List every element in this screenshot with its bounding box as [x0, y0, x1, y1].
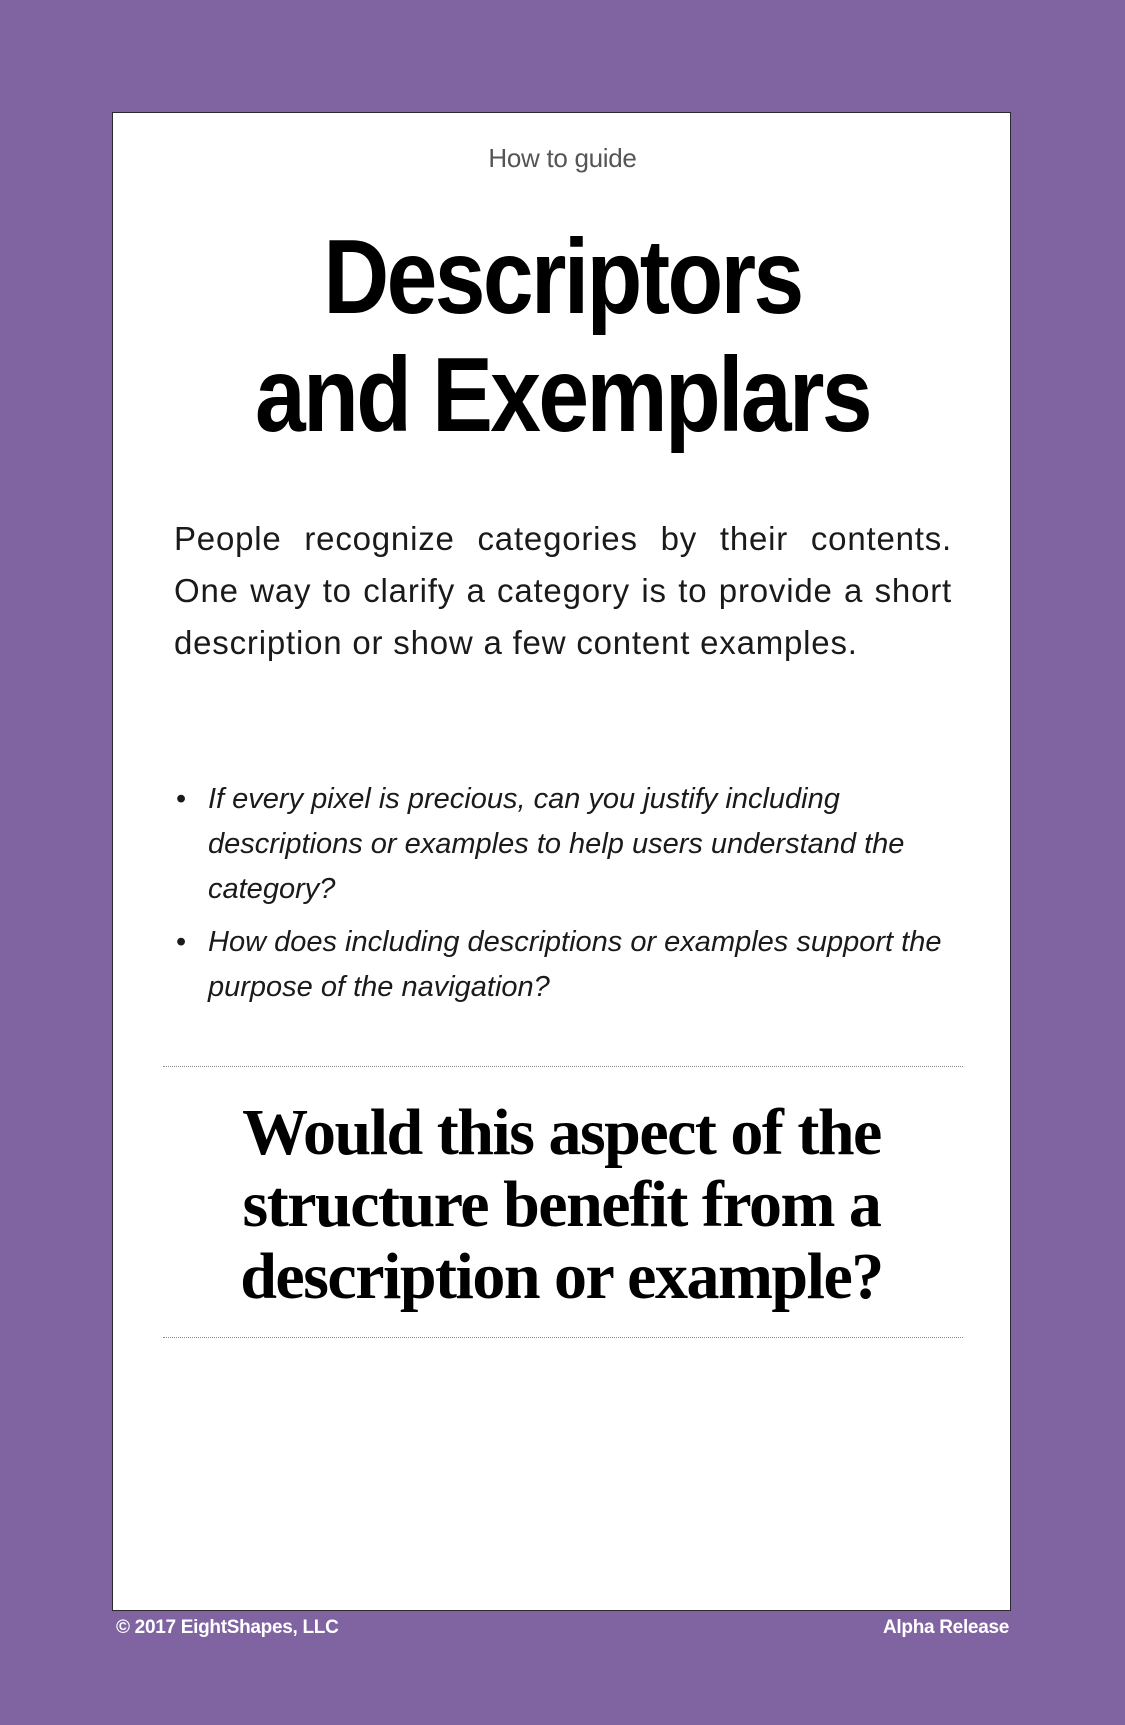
copyright-notice: © 2017 EightShapes, LLC: [116, 1617, 339, 1638]
prompt-question: Would this aspect of the structure benef…: [112, 1097, 1011, 1313]
divider-top: [163, 1066, 963, 1067]
page-title: Descriptors and Exemplars: [79, 218, 1047, 454]
bullet-icon: •: [176, 926, 187, 958]
bullet-icon: •: [176, 783, 187, 815]
question-item: • If every pixel is precious, can you ju…: [176, 777, 961, 912]
title-line-2: and Exemplars: [254, 336, 873, 454]
question-list: • If every pixel is precious, can you ju…: [176, 777, 961, 1018]
prompt-line-3: description or example?: [240, 1240, 884, 1313]
intro-paragraph: People recognize categories by their con…: [174, 520, 952, 661]
question-item: • How does including descriptions or exa…: [176, 920, 961, 1010]
prompt-line-1: Would this aspect of the: [242, 1096, 882, 1169]
eyebrow-label: How to guide: [488, 143, 637, 173]
prompt-line-2: structure benefit from a: [242, 1168, 882, 1241]
divider-bottom: [163, 1337, 963, 1338]
release-label: Alpha Release: [883, 1617, 1009, 1638]
title-line-1: Descriptors: [323, 218, 804, 336]
question-text: If every pixel is precious, can you just…: [208, 783, 905, 905]
question-text: How does including descriptions or examp…: [208, 926, 942, 1003]
